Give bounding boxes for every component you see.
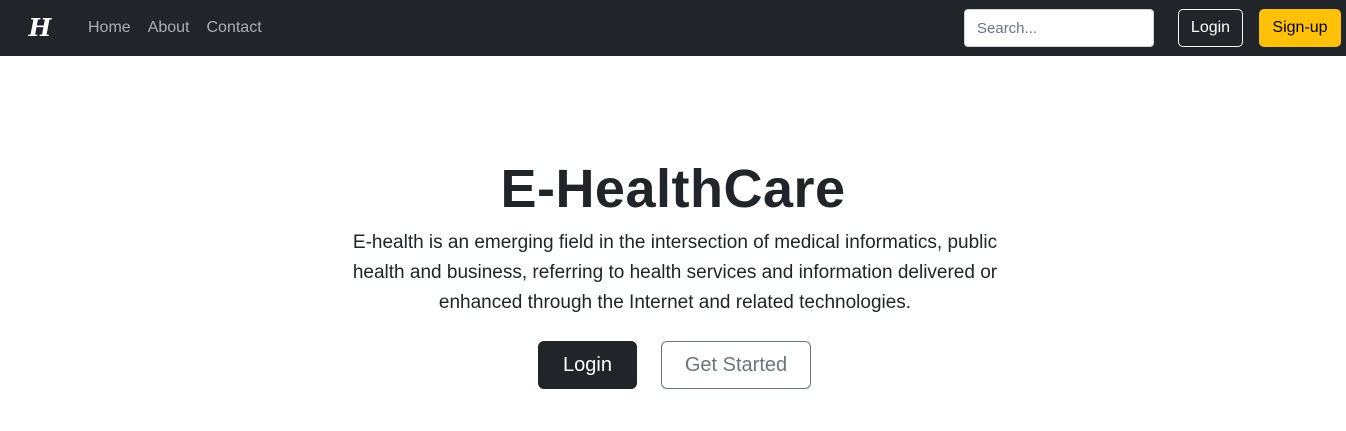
nav-link-about[interactable]: About bbox=[148, 18, 190, 38]
hero-title: E-HealthCare bbox=[500, 159, 846, 219]
navbar-login-button[interactable]: Login bbox=[1178, 9, 1243, 47]
search-input[interactable] bbox=[964, 9, 1154, 47]
hero-section: E-HealthCare E-health is an emerging fie… bbox=[0, 56, 1346, 431]
get-started-button[interactable]: Get Started bbox=[661, 341, 811, 389]
nav-link-contact[interactable]: Contact bbox=[207, 18, 262, 38]
top-navbar: H Home About Contact Login Sign-up bbox=[0, 0, 1346, 56]
hero-login-button[interactable]: Login bbox=[538, 341, 637, 389]
nav-link-home[interactable]: Home bbox=[88, 18, 131, 38]
brand-logo-icon[interactable]: H bbox=[28, 14, 52, 42]
nav-links: Home About Contact bbox=[88, 18, 279, 38]
signup-button[interactable]: Sign-up bbox=[1259, 9, 1341, 47]
hero-description: E-health is an emerging field in the int… bbox=[352, 232, 998, 313]
